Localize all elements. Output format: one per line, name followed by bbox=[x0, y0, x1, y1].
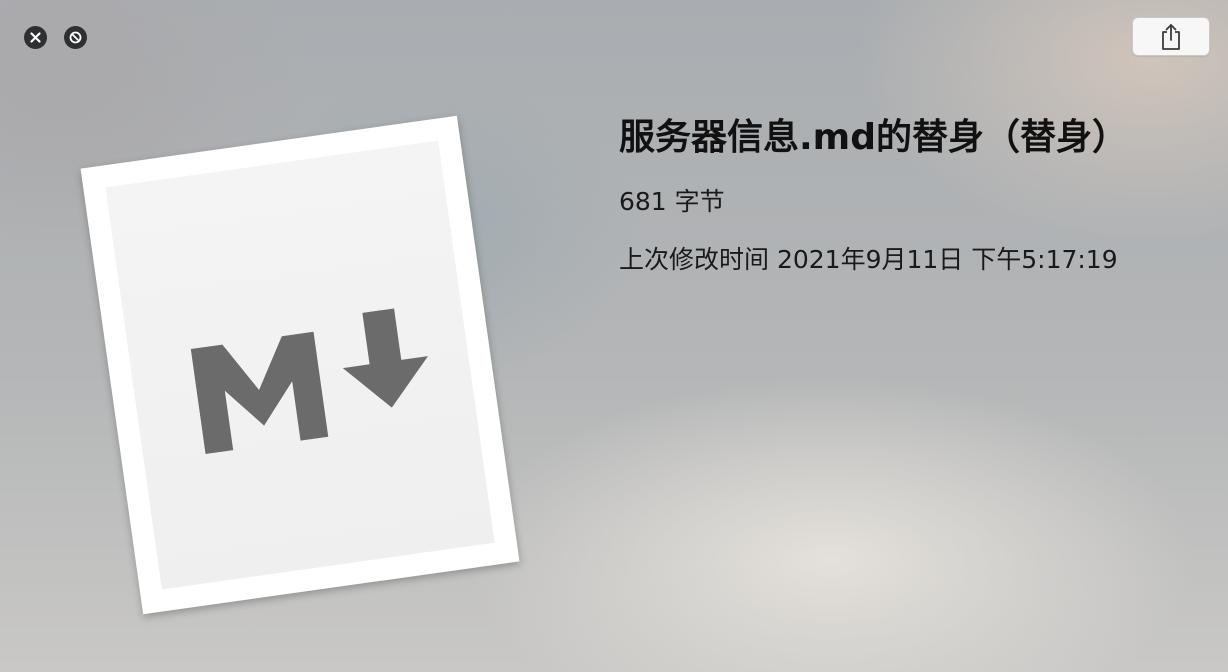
last-modified: 上次修改时间 2021年9月11日 下午5:17:19 bbox=[619, 245, 1118, 274]
share-button[interactable] bbox=[1132, 17, 1210, 56]
file-page bbox=[105, 140, 495, 590]
file-size: 681 字节 bbox=[619, 187, 725, 216]
close-button[interactable] bbox=[24, 26, 47, 49]
markdown-logo-icon bbox=[190, 308, 429, 455]
file-info-panel: 服务器信息.md的替身（替身） 681 字节 上次修改时间 2021年9月11日… bbox=[619, 112, 1209, 276]
fullscreen-button[interactable] bbox=[64, 26, 87, 49]
share-icon bbox=[1162, 23, 1180, 50]
markdown-file-icon bbox=[80, 115, 520, 615]
no-entry-icon bbox=[69, 31, 82, 44]
close-x-icon bbox=[30, 32, 41, 43]
file-name: 服务器信息.md的替身（替身） bbox=[619, 117, 1128, 158]
quick-look-window: 服务器信息.md的替身（替身） 681 字节 上次修改时间 2021年9月11日… bbox=[0, 0, 1228, 672]
